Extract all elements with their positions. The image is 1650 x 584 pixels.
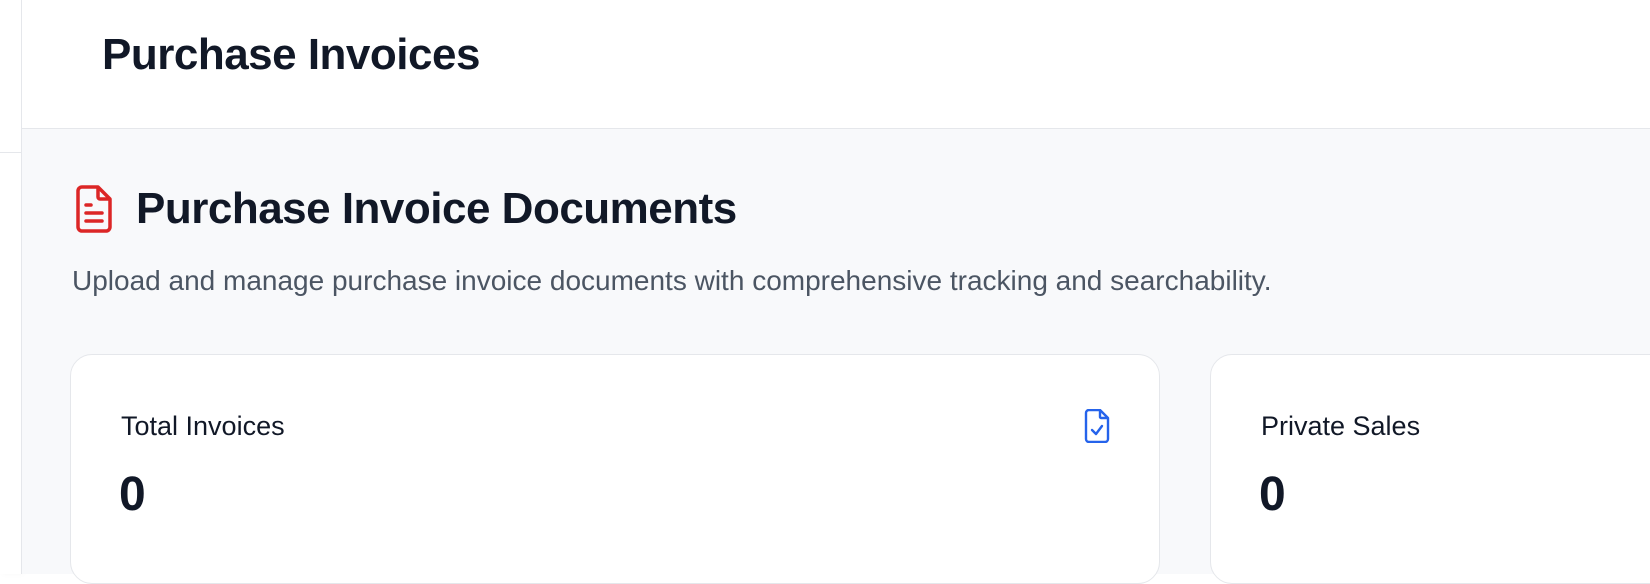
stat-card-total-invoices: Total Invoices 0 [70, 354, 1160, 584]
stat-label: Total Invoices [121, 411, 285, 441]
section-title: Purchase Invoice Documents [136, 184, 737, 233]
stat-value: 0 [1259, 468, 1286, 521]
stat-value: 0 [119, 468, 146, 521]
stat-label: Private Sales [1261, 411, 1421, 441]
document-text-icon [76, 185, 112, 233]
main-content: Purchase Invoice Documents Upload and ma… [22, 129, 1650, 584]
document-check-icon [1084, 409, 1110, 443]
section-header: Purchase Invoice Documents [72, 184, 737, 234]
sidebar-divider [0, 152, 21, 153]
sidebar-edge [0, 0, 22, 574]
page-title: Purchase Invoices [102, 30, 480, 79]
section-subtitle: Upload and manage purchase invoice docum… [72, 265, 1272, 296]
stat-card-private-sales: Private Sales 0 [1210, 354, 1650, 584]
top-header: Purchase Invoices [22, 0, 1650, 129]
